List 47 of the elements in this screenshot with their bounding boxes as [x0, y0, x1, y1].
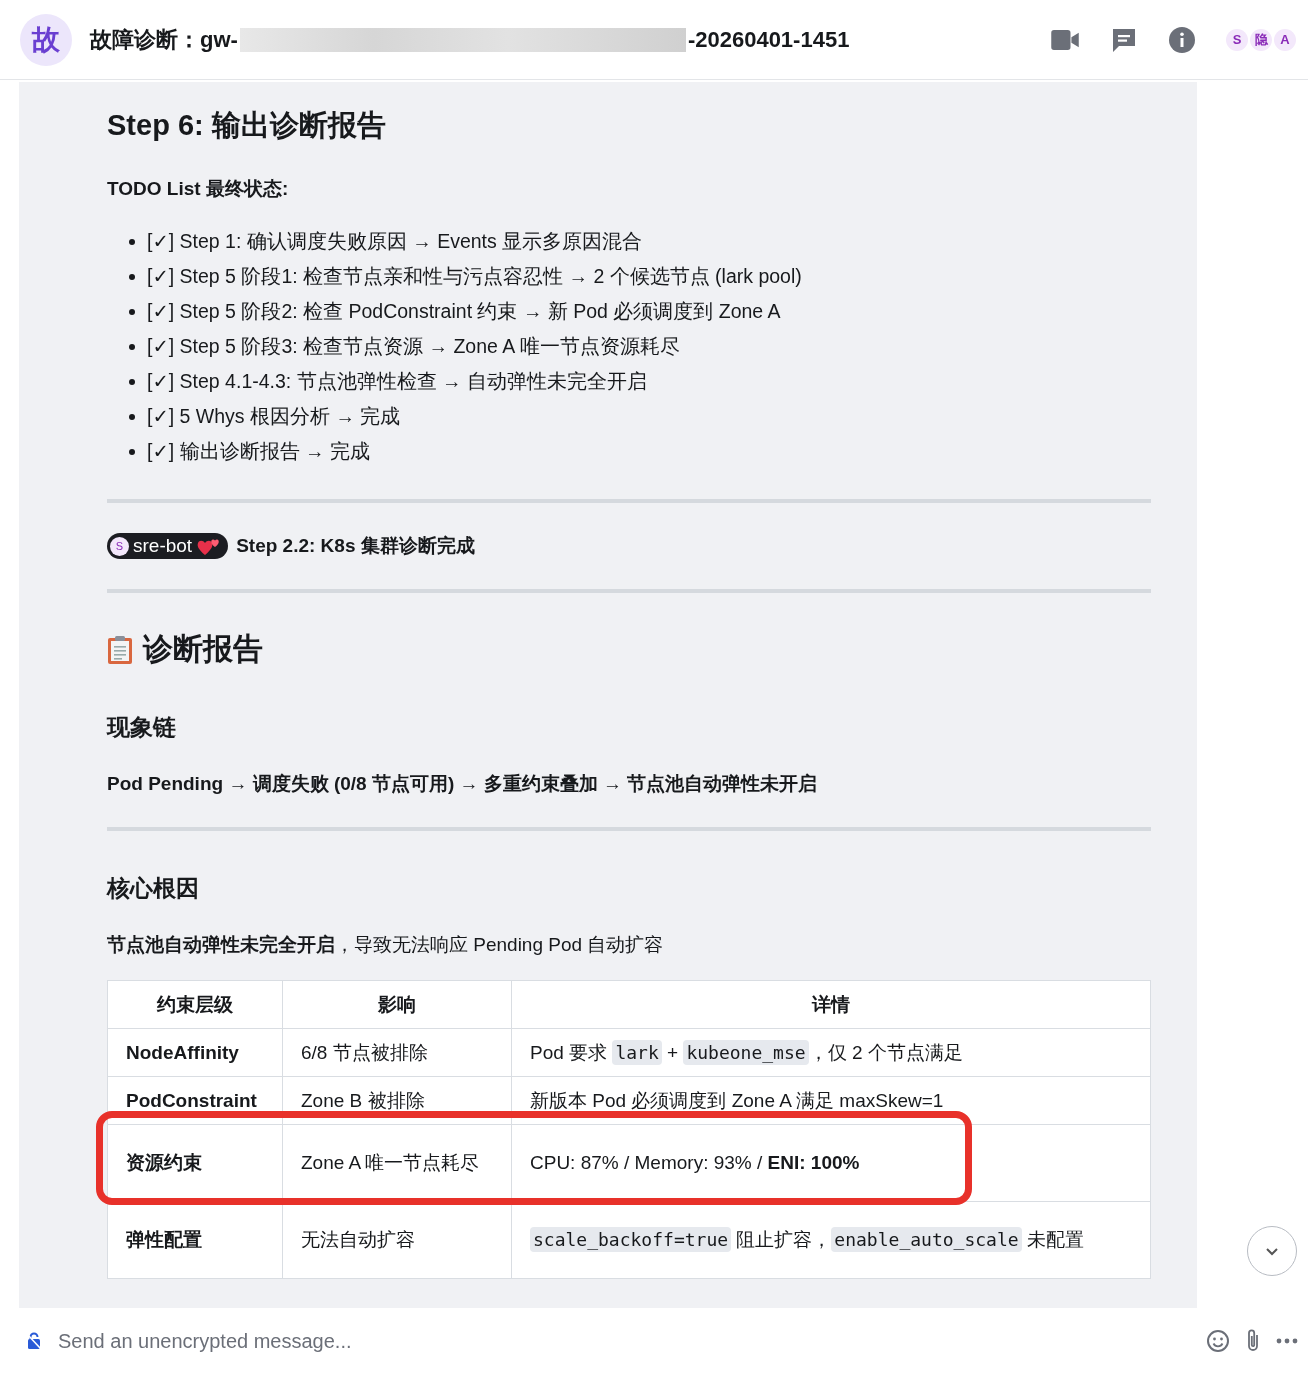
todo-title: TODO List 最终状态:	[107, 177, 290, 201]
report-title: 诊断报告	[143, 631, 263, 667]
video-camera-icon[interactable]	[1050, 28, 1080, 51]
symptom-chain: Pod Pending → 调度失败 (0/8 节点可用) → 多重约束叠加 → 节点池自动弹性未开启	[107, 772, 819, 796]
table-cell: 6/8 节点被排除	[282, 1028, 512, 1077]
table-cell: PodConstraint	[107, 1076, 283, 1125]
bullet-icon	[129, 448, 135, 455]
section-heading: Step 6: 输出诊断报告	[107, 108, 387, 143]
bot-avatar: S	[110, 536, 129, 556]
emoji-icon[interactable]	[1206, 1329, 1230, 1353]
clipboard-icon	[107, 634, 133, 665]
todo-item: [✓] Step 5 阶段1: 检查节点亲和性与污点容忍性 → 2 个候选节点 (lark pool)	[147, 264, 802, 289]
root-cause-text: 节点池自动弹性未完全开启，导致无法响应 Pending Pod 自动扩容	[107, 933, 665, 957]
room-title: 故障诊断：gw-	[90, 25, 238, 54]
section-heading: 核心根因	[107, 874, 200, 903]
bullet-icon	[129, 378, 135, 385]
column-header: 详情	[511, 980, 1151, 1029]
table-cell: 新版本 Pod 必须调度到 Zone A 满足 maxSkew=1	[511, 1076, 1151, 1125]
table-cell: Zone B 被排除	[282, 1076, 512, 1125]
todo-item: [✓] Step 5 阶段3: 检查节点资源 → Zone A 唯一节点资源耗尽	[147, 334, 680, 359]
more-icon[interactable]	[1276, 1337, 1298, 1345]
member-avatar[interactable]: A	[1274, 28, 1296, 51]
bullet-icon	[129, 343, 135, 350]
todo-item: [✓] 5 Whys 根因分析 → 完成	[147, 404, 401, 429]
table-cell: NodeAffinity	[107, 1028, 283, 1077]
member-avatar[interactable]: 隐	[1250, 28, 1272, 51]
info-icon[interactable]	[1168, 25, 1196, 54]
member-avatar[interactable]: S	[1226, 28, 1248, 51]
column-header: 约束层级	[107, 980, 283, 1029]
bot-badge[interactable]: S sre-bot	[107, 533, 229, 559]
table-cell: Pod 要求 lark + kubeone_mse，仅 2 个节点满足	[511, 1028, 1151, 1077]
bullet-icon	[129, 238, 135, 245]
todo-item: [✓] Step 4.1-4.3: 节点池弹性检查 → 自动弹性未完全开启	[147, 369, 647, 394]
bullet-icon	[129, 273, 135, 280]
bullet-icon	[129, 308, 135, 315]
room-title-suffix: -20260401-1451	[687, 26, 850, 53]
lock-icon	[26, 1332, 42, 1350]
todo-item: [✓] 输出诊断报告 → 完成	[147, 439, 370, 464]
bullet-icon	[129, 413, 135, 420]
table-cell: scale_backoff=true 阻止扩容，enable_auto_scale 未配置	[511, 1201, 1151, 1279]
column-header: 影响	[282, 980, 512, 1029]
todo-item: [✓] Step 1: 确认调度失败原因 → Events 显示多原因混合	[147, 229, 643, 254]
todo-item: [✓] Step 5 阶段2: 检查 PodConstraint 约束 → 新 Pod 必须调度到 Zone A	[147, 299, 781, 324]
section-heading: 现象链	[107, 713, 177, 742]
message-input[interactable]: Send an unencrypted message...	[56, 1328, 1192, 1354]
bot-message: Step 2.2: K8s 集群诊断完成	[236, 534, 475, 558]
room-avatar[interactable]: 故	[20, 13, 72, 66]
